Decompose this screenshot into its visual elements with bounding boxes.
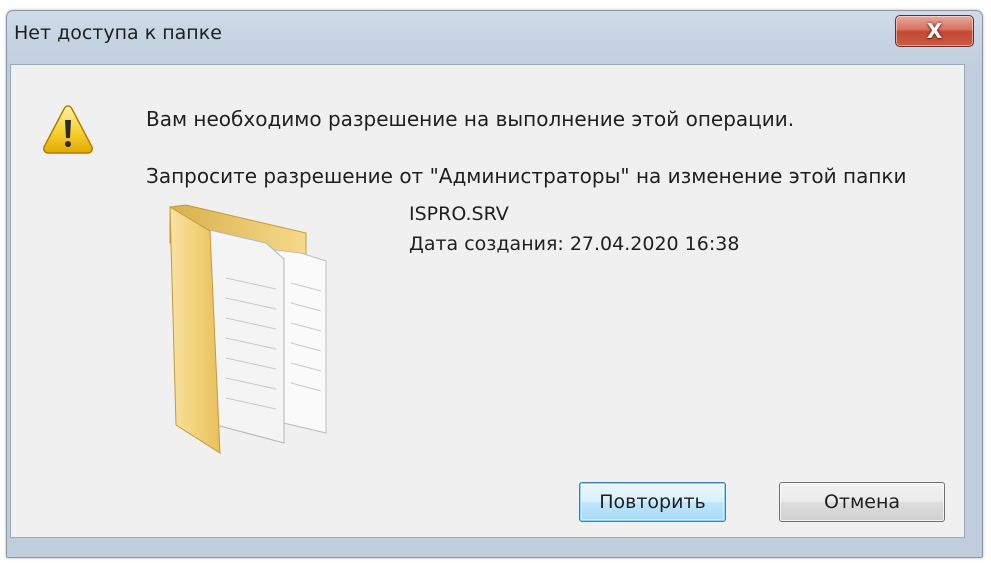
folder-icon	[169, 204, 327, 454]
cancel-button[interactable]: Отмена	[779, 482, 945, 522]
close-button[interactable]: X	[895, 15, 974, 47]
folder-created-date: Дата создания: 27.04.2020 16:38	[409, 233, 740, 255]
folder-name: ISPRO.SRV	[409, 203, 509, 225]
close-icon: X	[926, 19, 943, 43]
request-permission-message: Запросите разрешение от "Администраторы"…	[146, 164, 907, 188]
window-title: Нет доступа к папке	[14, 22, 222, 44]
retry-button[interactable]: Повторить	[579, 482, 726, 522]
permission-message: Вам необходимо разрешение на выполнение …	[146, 107, 795, 131]
dialog-content: Вам необходимо разрешение на выполнение …	[10, 64, 965, 538]
warning-icon	[43, 105, 93, 154]
